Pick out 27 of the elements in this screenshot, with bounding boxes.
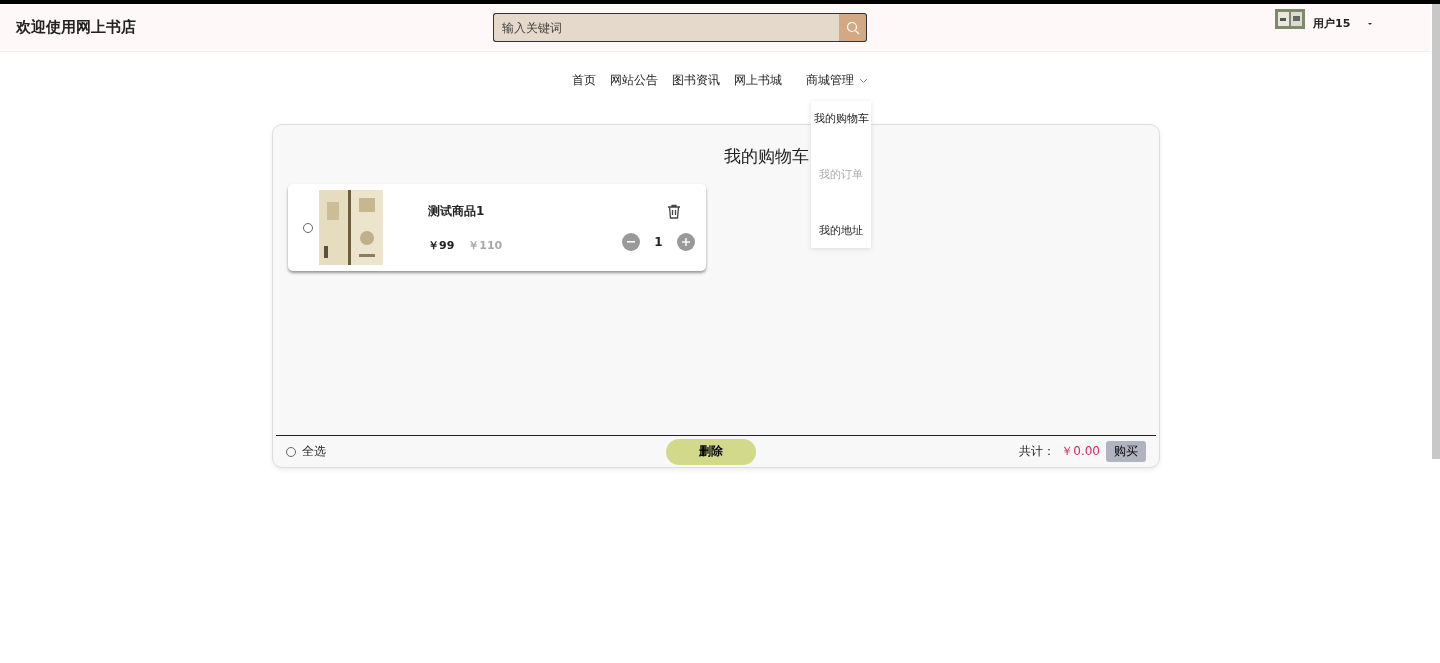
product-price: ￥99 (428, 237, 455, 253)
original-price: ￥110 (468, 237, 503, 253)
caret-icon[interactable] (1366, 20, 1375, 27)
menu-item[interactable]: 我的地址 (819, 219, 863, 242)
cart-title: 我的购物车 (722, 145, 810, 168)
product-name: 测试商品1 (428, 202, 486, 220)
quantity-value: 1 (654, 235, 663, 249)
site-title: 欢迎使用网上书店 (16, 18, 137, 37)
nav-dropdown[interactable]: 商城管理 (806, 72, 868, 89)
user-name[interactable]: 用户15 (1313, 16, 1351, 31)
plus-icon (681, 238, 690, 246)
delete-button[interactable]: 删除 (666, 438, 756, 465)
nav-link[interactable]: 首页 (572, 72, 596, 92)
nav-link[interactable]: 网站公告 (610, 72, 658, 92)
buy-button[interactable]: 购买 (1106, 441, 1146, 462)
increase-button[interactable] (676, 233, 695, 251)
total-label: 共计： (1019, 443, 1056, 460)
nav-link[interactable]: 图书资讯 (672, 72, 720, 92)
select-all-label[interactable]: 全选 (302, 443, 326, 460)
menu-item[interactable]: 我的购物车 (813, 107, 869, 130)
decrease-button[interactable] (622, 233, 641, 251)
chevron-icon (859, 77, 868, 84)
total-amount: ￥0.00 (1061, 443, 1100, 460)
nav-link[interactable]: 网上书城 (734, 72, 782, 92)
scrollbar[interactable] (1432, 4, 1440, 459)
minus-icon (627, 241, 636, 243)
trash-icon[interactable] (666, 204, 681, 219)
